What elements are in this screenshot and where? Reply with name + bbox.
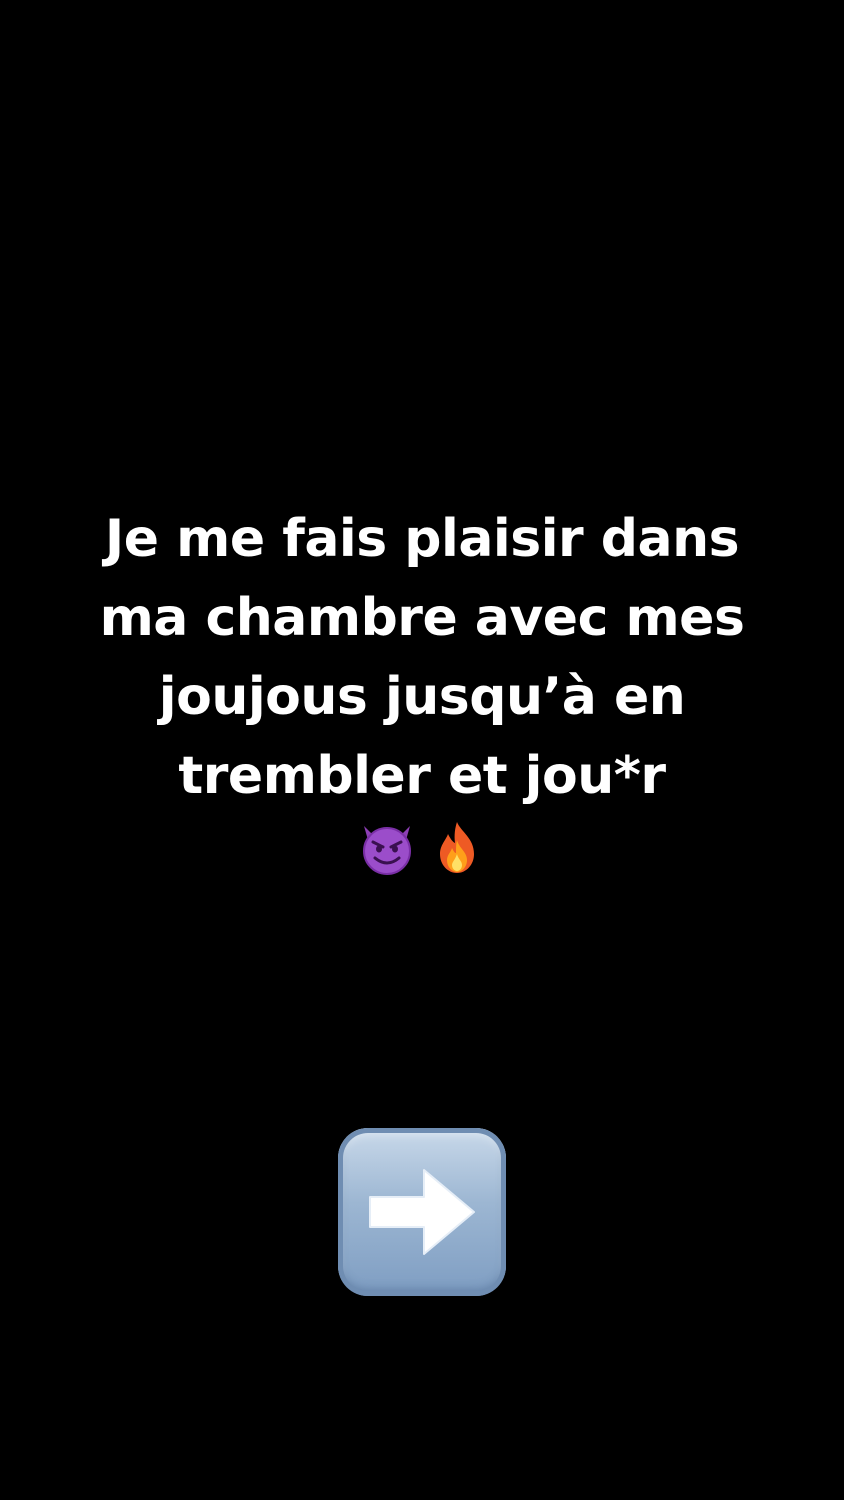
next-arrow-button[interactable] (338, 1128, 506, 1296)
story-screen: Je me fais plaisir dans ma chambre avec … (0, 0, 844, 1500)
emoji-row (60, 818, 784, 876)
right-arrow-icon (366, 1164, 478, 1260)
story-caption: Je me fais plaisir dans ma chambre avec … (60, 500, 784, 876)
caption-line-4: trembler et jou*r (178, 746, 666, 806)
caption-line-3: joujous jusqu’à en (158, 667, 686, 727)
fire-icon (428, 818, 486, 876)
smiling-devil-icon (358, 818, 416, 876)
caption-line-2: ma chambre avec mes (99, 588, 745, 648)
caption-line-1: Je me fais plaisir dans (104, 509, 740, 569)
